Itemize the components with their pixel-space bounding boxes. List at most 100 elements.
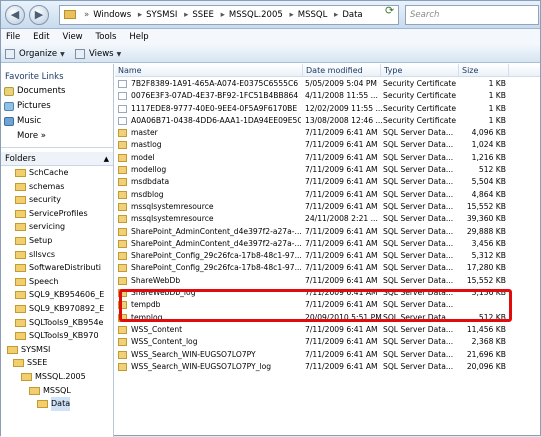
folders-header[interactable]: Folders ▲ [1,152,113,166]
folder-icon [15,223,26,232]
breadcrumb-mssql2005[interactable]: MSSQL.2005 [229,10,283,20]
breadcrumb-data[interactable]: Data [342,10,362,20]
folder-tree-item[interactable]: Setup [1,234,113,248]
file-row[interactable]: mastlog 7/11/2009 6:41 AM SQL Server Data.… [115,139,540,151]
breadcrumb-windows[interactable]: Windows [93,10,131,20]
folder-tree-item[interactable]: Data [1,397,113,411]
fav-music[interactable]: Music [1,114,113,129]
views-button[interactable]: Views ▼ [75,47,121,61]
folder-tree-item[interactable]: sllsvcs [1,248,113,262]
menu-file[interactable]: File [1,29,25,45]
fav-pictures[interactable]: Pictures [1,99,113,114]
folder-tree-label: sllsvcs [29,249,56,259]
database-file-icon [118,350,127,359]
address-field[interactable]: » Windows ▸ SYSMSI ▸ SSEE ▸ MSSQL.2005 ▸ MSSQ… [59,5,399,25]
folder-icon [15,332,26,341]
certificate-icon [118,80,127,88]
file-row[interactable]: WSS_Content_log 7/11/2009 6:41 AM SQL Serv… [115,336,540,348]
breadcrumb-ssee[interactable]: SSEE [192,10,214,20]
menu-help[interactable]: Help [124,29,153,45]
file-name: 1117EDE8-9777-40E0-9EE4-0F5A9F6170BE [131,103,298,113]
chevron-up-icon[interactable]: ▲ [104,152,109,166]
file-name: ShareWebDb [131,275,181,285]
toolbar: Organize ▼ Views ▼ [1,45,540,63]
folder-tree-item[interactable]: SQL9_KB954606_E [1,288,113,302]
folder-tree-item[interactable]: SYSMSI [1,343,113,357]
file-date: 12/02/2009 11:55 ... [305,103,383,113]
organize-button[interactable]: Organize ▼ [5,47,65,61]
folder-tree-label: security [29,195,61,205]
folder-tree-item[interactable]: Speech [1,275,113,289]
file-row[interactable]: WSS_Content 7/11/2009 6:41 AM SQL Server D… [115,324,540,336]
folder-icon [15,291,26,300]
folder-tree-item[interactable]: MSSQL [1,384,113,398]
file-size: 1 KB [488,79,506,88]
folder-tree-item[interactable]: SQLTools9_KB970 [1,329,113,343]
back-button[interactable]: ◀ [5,5,25,25]
file-row[interactable]: modellog 7/11/2009 6:41 AM SQL Server Data… [115,164,540,176]
file-row[interactable]: 0076E3F3-07AD-4E37-BF92-1FC51B4BB864 4/11… [115,90,540,102]
folder-tree-item[interactable]: SSEE [1,356,113,370]
file-list: 7B2F8389-1A91-465A-A074-E0375C6555C6 5/05… [115,78,540,373]
file-row[interactable]: SharePoint_AdminContent_d4e397f2-a27a-..… [115,226,540,238]
file-row[interactable]: msdblog 7/11/2009 6:41 AM SQL Server Data.… [115,189,540,201]
file-row[interactable]: 1117EDE8-9777-40E0-9EE4-0F5A9F6170BE 12/0… [115,103,540,115]
file-size: 4,864 KB [471,189,506,199]
folder-tree-item[interactable]: servicing [1,220,113,234]
folder-tree-item[interactable]: MSSQL.2005 [1,370,113,384]
file-date: 7/11/2009 6:41 AM [305,361,378,371]
file-type: SQL Server Data... [383,324,454,334]
folder-icon [15,318,26,327]
file-date: 24/11/2008 2:21 ... [305,214,378,224]
menu-view[interactable]: View [57,29,87,45]
file-row[interactable]: SharePoint_Config_29c26fca-17b8-48c1-97.… [115,250,540,262]
column-size[interactable]: Size [459,64,509,77]
refresh-icon[interactable]: ⟳ [385,4,394,17]
column-name[interactable]: Name [115,64,303,77]
file-row[interactable]: ShareWebDb 7/11/2009 6:41 AM SQL Server Da… [115,275,540,287]
more-link[interactable]: More » [1,129,113,143]
file-row[interactable]: master 7/11/2009 6:41 AM SQL Server Data..… [115,127,540,139]
file-type: SQL Server Data... [383,263,454,273]
file-name: 7B2F8389-1A91-465A-A074-E0375C6555C6 [131,79,299,88]
folder-tree-item[interactable]: SQLTools9_KB954e [1,316,113,330]
database-file-icon [118,178,127,187]
menu-edit[interactable]: Edit [28,29,54,45]
menu-tools[interactable]: Tools [91,29,122,45]
folder-icon [21,372,32,381]
file-row[interactable]: 7B2F8389-1A91-465A-A074-E0375C6555C6 5/05… [115,78,540,90]
folder-tree-item[interactable]: SchCache [1,166,113,180]
file-name: 0076E3F3-07AD-4E37-BF92-1FC51B4BB864 [131,91,299,101]
file-name: SharePoint_AdminContent_d4e397f2-a27a-..… [131,238,301,248]
folder-tree-item[interactable]: schemas [1,180,113,194]
organize-icon [5,49,15,59]
file-row[interactable]: msdbdata 7/11/2009 6:41 AM SQL Server Data… [115,176,540,188]
file-size: 4,096 KB [471,128,506,138]
search-input[interactable]: Search [405,5,539,25]
file-row[interactable]: model 7/11/2009 6:41 AM SQL Server Data...… [115,152,540,164]
forward-button[interactable]: ▶ [29,5,49,25]
file-row[interactable]: WSS_Search_WIN-EUGSO7LO7PY_log 7/11/2009 … [115,361,540,373]
folder-tree-label: SSEE [27,358,48,368]
file-row[interactable]: mssqlsystemresource 7/11/2009 6:41 AM SQL … [115,201,540,213]
file-type: Security Certificate [383,115,457,125]
file-row[interactable]: SharePoint_AdminContent_d4e397f2-a27a-..… [115,238,540,250]
file-type: SQL Server Data... [383,349,454,359]
breadcrumb-sysmsi[interactable]: SYSMSI [146,10,177,20]
column-date[interactable]: Date modified [303,64,381,77]
file-row[interactable]: A0A06B71-0438-4DD6-AAA1-1DA94EE09E5C 13/0… [115,115,540,127]
file-row[interactable]: mssqlsystemresource 24/11/2008 2:21 ... SQ… [115,213,540,225]
folder-tree-item[interactable]: ServiceProfiles [1,207,113,221]
file-name: SharePoint_AdminContent_d4e397f2-a27a-..… [131,226,301,236]
views-icon [75,49,85,59]
file-row[interactable]: WSS_Search_WIN-EUGSO7LO7PY 7/11/2009 6:41… [115,349,540,361]
folder-tree-label: servicing [29,222,66,232]
folder-tree-item[interactable]: SQL9_KB970892_E [1,302,113,316]
breadcrumb-mssql[interactable]: MSSQL [298,10,328,20]
pictures-icon [4,102,14,111]
file-row[interactable]: SharePoint_Config_29c26fca-17b8-48c1-97.… [115,262,540,274]
folder-tree-item[interactable]: SoftwareDistributi [1,261,113,275]
column-type[interactable]: Type [381,64,459,77]
folder-tree-item[interactable]: security [1,193,113,207]
fav-documents[interactable]: Documents [1,84,113,99]
